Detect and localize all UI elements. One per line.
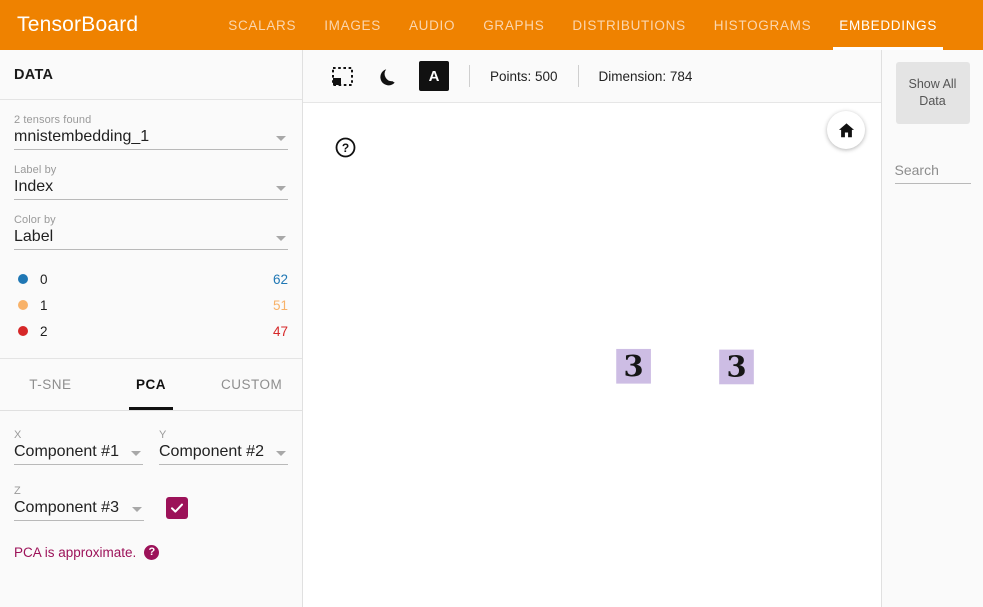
legend-label: 2 — [40, 323, 48, 339]
legend-row[interactable]: 0 62 — [14, 266, 288, 292]
legend-color-dot — [18, 326, 28, 336]
inspector-panel: Show All Data — [881, 50, 983, 607]
point-sprite-digit: 3 — [726, 350, 746, 384]
color-by-caption: Color by — [14, 214, 56, 226]
scatter-point[interactable]: 3 — [719, 350, 754, 385]
pca-y-value: Component #2 — [159, 443, 264, 460]
help-icon[interactable]: ? — [144, 545, 160, 560]
chevron-down-icon — [132, 507, 142, 512]
pca-x-value: Component #1 — [14, 443, 119, 460]
embedding-scatter[interactable]: 33 — [303, 103, 881, 392]
label-by-select[interactable]: Index — [14, 177, 288, 200]
sidebar-header: DATA — [0, 50, 302, 100]
pca-z-checkbox[interactable] — [166, 497, 188, 519]
dimension-count: Dimension: 784 — [598, 68, 693, 84]
selection-box-glyph — [331, 66, 353, 86]
color-legend: 0 62 1 51 2 47 — [14, 264, 288, 352]
search-field[interactable] — [894, 162, 971, 184]
chevron-down-icon — [276, 136, 286, 141]
nav-tab-graphs[interactable]: GRAPHS — [469, 0, 558, 50]
pca-z-caption: Z — [14, 485, 21, 497]
legend-label: 0 — [40, 271, 48, 287]
label-by-caption: Label by — [14, 164, 57, 176]
pca-approx-note: PCA is approximate. ? — [14, 545, 288, 560]
projector-toolbar: A Points: 500 Dimension: 784 — [303, 50, 881, 103]
legend-row[interactable]: 1 51 — [14, 292, 288, 318]
point-sprite-digit: 3 — [624, 349, 644, 383]
selection-box-icon[interactable] — [327, 61, 357, 91]
color-by-field: Color by Label — [14, 214, 288, 250]
tensor-select[interactable]: mnistembedding_1 — [14, 127, 288, 150]
reset-view-button[interactable] — [827, 111, 865, 149]
pca-controls: X Component #1 Y Component #2 Z Componen… — [0, 411, 302, 607]
nav-tab-scalars[interactable]: SCALARS — [214, 0, 310, 50]
label-by-field: Label by Index — [14, 164, 288, 200]
projection-tab-tsne[interactable]: T-SNE — [0, 359, 101, 410]
projection-tab-custom[interactable]: CUSTOM — [201, 359, 302, 410]
page-title: DATA — [14, 66, 54, 83]
nav-tab-distributions[interactable]: DISTRIBUTIONS — [558, 0, 699, 50]
legend-row[interactable]: 2 47 — [14, 318, 288, 344]
color-by-select[interactable]: Label — [14, 227, 288, 250]
pca-z-field: Z Component #3 — [14, 485, 144, 521]
app-brand: TensorBoard — [17, 13, 139, 36]
nav-tab-histograms[interactable]: HISTOGRAMS — [700, 0, 826, 50]
toolbar-divider — [577, 65, 579, 87]
plot-help-icon[interactable]: ? — [335, 137, 356, 158]
chevron-down-icon — [276, 186, 286, 191]
pca-z-value: Component #3 — [14, 499, 119, 516]
tensor-field: 2 tensors found mnistembedding_1 — [14, 114, 288, 150]
home-icon — [838, 122, 854, 137]
pca-y-select[interactable]: Component #2 — [159, 442, 288, 465]
legend-count: 47 — [272, 323, 288, 339]
pca-approx-text: PCA is approximate. — [14, 545, 137, 560]
legend-count: 51 — [272, 297, 288, 313]
pca-y-field: Y Component #2 — [159, 429, 288, 465]
app-header: TensorBoard SCALARS IMAGES AUDIO GRAPHS DIST… — [0, 0, 983, 50]
points-count: Points: 500 — [490, 68, 558, 84]
legend-color-dot — [18, 300, 28, 310]
nav-tab-images[interactable]: IMAGES — [310, 0, 395, 50]
pca-z-row: Z Component #3 — [14, 485, 288, 521]
pca-x-field: X Component #1 — [14, 429, 143, 465]
pca-z-select[interactable]: Component #3 — [14, 498, 144, 521]
color-by-select-value: Label — [14, 228, 54, 245]
toolbar-divider — [469, 65, 470, 87]
pca-xy-row: X Component #1 Y Component #2 — [14, 429, 288, 465]
night-mode-icon[interactable] — [373, 61, 403, 91]
chevron-down-icon — [276, 451, 286, 456]
legend-label: 1 — [40, 297, 48, 313]
nav-tab-audio[interactable]: AUDIO — [395, 0, 469, 50]
projection-tab-pca[interactable]: PCA — [101, 359, 202, 410]
tensorboard-app: TensorBoard SCALARS IMAGES AUDIO GRAPHS DIST… — [0, 0, 983, 607]
moon-glyph — [380, 69, 395, 86]
checkmark-icon — [171, 503, 183, 513]
label-toggle-icon[interactable]: A — [419, 61, 449, 91]
search-input[interactable] — [894, 162, 971, 178]
nav-tab-embeddings[interactable]: EMBEDDINGS — [825, 0, 951, 50]
chevron-down-icon — [131, 451, 141, 456]
legend-color-dot — [18, 274, 28, 284]
question-circle-glyph: ? — [335, 137, 356, 158]
pca-x-caption: X — [14, 429, 22, 441]
chevron-down-icon — [276, 236, 286, 241]
app-body: DATA 2 tensors found mnistembedding_1 La… — [0, 50, 983, 607]
legend-count: 62 — [272, 271, 288, 287]
pca-x-select[interactable]: Component #1 — [14, 442, 143, 465]
show-all-data-button[interactable]: Show All Data — [895, 62, 970, 124]
data-sidebar: DATA 2 tensors found mnistembedding_1 La… — [0, 50, 303, 607]
main-nav: SCALARS IMAGES AUDIO GRAPHS DISTRIBUTIONS HIS… — [214, 0, 951, 50]
projector-main: A Points: 500 Dimension: 784 ? 3 3 — [303, 50, 881, 607]
svg-text:?: ? — [342, 141, 349, 155]
scatter-point[interactable]: 3 — [616, 349, 651, 384]
scatter-plot-area[interactable]: ? 33 — [303, 103, 881, 607]
label-toggle-glyph: A — [428, 67, 440, 85]
label-by-select-value: Index — [14, 178, 54, 195]
pca-y-caption: Y — [159, 429, 167, 441]
data-controls-section: 2 tensors found mnistembedding_1 Label b… — [0, 100, 302, 359]
tensor-select-value: mnistembedding_1 — [14, 128, 150, 145]
tensor-caption: 2 tensors found — [14, 114, 92, 126]
projection-tabs: T-SNE PCA CUSTOM — [0, 359, 302, 411]
